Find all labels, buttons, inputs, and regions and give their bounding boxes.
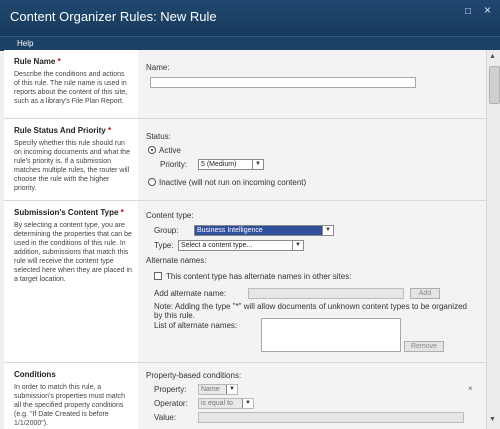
chevron-down-icon: ▼	[242, 399, 253, 408]
add-button[interactable]: Add	[410, 288, 440, 299]
inactive-label: Inactive (will not run on incoming conte…	[159, 178, 307, 187]
inactive-radio[interactable]	[148, 178, 156, 186]
content-type-description: By selecting a content type, you are det…	[14, 222, 132, 283]
chevron-down-icon: ▼	[226, 385, 237, 394]
group-label: Group:	[154, 226, 179, 235]
scroll-up-icon[interactable]: ▲	[489, 53, 496, 60]
content-type-title: Submission's Content Type *	[14, 208, 124, 217]
value-label: Value:	[154, 413, 177, 422]
help-menu[interactable]: Help	[17, 39, 33, 48]
name-input[interactable]	[150, 77, 416, 88]
rule-name-section: Rule Name * Describe the conditions and …	[4, 50, 486, 118]
conditions-title: Conditions	[14, 370, 56, 379]
scroll-down-icon[interactable]: ▼	[489, 416, 496, 423]
content-type-right: Content type: Group: Business Intelligen…	[138, 201, 486, 363]
active-radio[interactable]	[148, 146, 156, 154]
status-title: Rule Status And Priority *	[14, 126, 112, 135]
alternate-names-checkbox[interactable]	[154, 272, 162, 280]
rule-name-title: Rule Name *	[14, 57, 61, 66]
list-label: List of alternate names:	[154, 321, 238, 330]
chevron-down-icon: ▼	[322, 226, 333, 235]
conditions-left: Conditions In order to match this rule, …	[4, 363, 134, 429]
status-right: Status: Active Priority: 5 (Medium) ▼ Ina…	[138, 119, 486, 201]
property-label: Property:	[154, 385, 187, 394]
dialog-title: Content Organizer Rules: New Rule	[10, 9, 217, 24]
active-label: Active	[159, 146, 181, 155]
status-left: Rule Status And Priority * Specify wheth…	[4, 119, 134, 201]
content-type-section: Submission's Content Type * By selecting…	[4, 200, 486, 363]
status-section: Rule Status And Priority * Specify wheth…	[4, 118, 486, 201]
type-select[interactable]: Select a content type... ▼	[178, 240, 304, 251]
conditions-description: In order to match this rule, a submissio…	[14, 384, 126, 427]
priority-label: Priority:	[160, 160, 188, 169]
rule-name-description: Describe the conditions and actions of t…	[14, 71, 128, 105]
alternate-names-label: Alternate names:	[146, 256, 207, 265]
form-content: Rule Name * Describe the conditions and …	[4, 50, 487, 429]
alternate-names-list[interactable]	[261, 318, 401, 352]
group-select[interactable]: Business Intelligence ▼	[194, 225, 334, 236]
title-bar: Content Organizer Rules: New Rule □ ×	[0, 0, 500, 36]
scroll-thumb[interactable]	[489, 66, 500, 104]
type-label: Type:	[154, 241, 174, 250]
content-type-left: Submission's Content Type * By selecting…	[4, 201, 134, 363]
status-label: Status:	[146, 132, 171, 141]
status-description: Specify whether this rule should run on …	[14, 140, 130, 192]
ribbon-bar: Help	[0, 36, 500, 51]
priority-select[interactable]: 5 (Medium) ▼	[198, 159, 264, 170]
rule-name-left: Rule Name * Describe the conditions and …	[4, 50, 134, 118]
operator-label: Operator:	[154, 399, 188, 408]
remove-condition-icon[interactable]: ×	[468, 384, 473, 393]
alternate-checkbox-label: This content type has alternate names in…	[166, 272, 352, 281]
add-alternate-label: Add alternate name:	[154, 289, 227, 298]
value-input[interactable]	[198, 412, 464, 423]
maximize-icon[interactable]: □	[465, 6, 471, 17]
chevron-down-icon: ▼	[292, 241, 303, 250]
conditions-section: Conditions In order to match this rule, …	[4, 362, 486, 429]
property-based-label: Property-based conditions:	[146, 371, 242, 380]
remove-button[interactable]: Remove	[404, 341, 444, 352]
property-select[interactable]: Name ▼	[198, 384, 238, 395]
operator-select[interactable]: is equal to ▼	[198, 398, 254, 409]
close-icon[interactable]: ×	[484, 3, 491, 17]
conditions-right: Property-based conditions: Property: Nam…	[138, 363, 486, 429]
name-label: Name:	[146, 63, 170, 72]
content-type-label: Content type:	[146, 211, 194, 220]
rule-name-right: Name:	[138, 50, 486, 118]
chevron-down-icon: ▼	[252, 160, 263, 169]
new-rule-dialog: Content Organizer Rules: New Rule □ × He…	[0, 0, 500, 429]
add-alternate-input[interactable]	[248, 288, 404, 299]
vertical-scrollbar[interactable]: ▲ ▼	[486, 50, 500, 429]
